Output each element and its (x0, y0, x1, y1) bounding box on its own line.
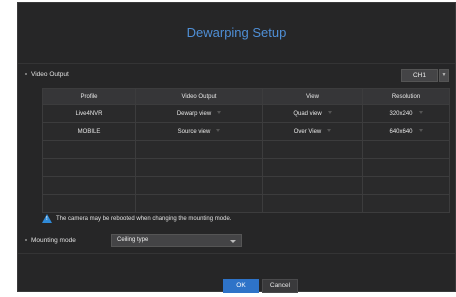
chevron-down-icon[interactable] (216, 129, 221, 133)
table-row (42, 158, 450, 177)
empty-cell (362, 194, 450, 213)
chevron-down-icon[interactable] (217, 111, 222, 115)
mounting-mode-label: Mounting mode (31, 237, 76, 244)
resolution-select[interactable]: 640x640 (362, 122, 450, 141)
table-row (42, 194, 450, 213)
column-header-resolution: Resolution (362, 88, 450, 105)
warning-text: The camera may be rebooted when changing… (56, 215, 232, 222)
warning-icon: ! (42, 214, 52, 223)
table-row: Live4NVR Dewarp view Quad view 320x240 (42, 104, 450, 123)
profile-cell: MOBILE (42, 122, 136, 141)
empty-cell (42, 140, 136, 159)
chevron-down-icon[interactable] (230, 240, 236, 243)
empty-cell (135, 194, 263, 213)
video-output-section: Video Output (25, 71, 69, 78)
video-output-label: Video Output (31, 71, 69, 78)
column-header-profile: Profile (42, 88, 136, 105)
channel-select-value[interactable]: CH1 (401, 69, 438, 82)
mounting-mode-section: Mounting mode (25, 237, 76, 244)
dialog-title: Dewarping Setup (186, 25, 287, 40)
profile-table: Profile Video Output View Resolution Liv… (42, 88, 450, 213)
view-select[interactable]: Quad view (262, 104, 363, 123)
empty-cell (135, 140, 263, 159)
channel-select[interactable]: CH1 ▼ (401, 69, 449, 82)
view-select[interactable]: Over View (262, 122, 363, 141)
empty-cell (135, 176, 263, 195)
bullet-icon (25, 239, 27, 242)
empty-cell (362, 176, 450, 195)
title-divider (18, 63, 455, 64)
mounting-mode-value[interactable]: Ceiling type (117, 235, 148, 246)
table-row (42, 140, 450, 159)
video-output-select[interactable]: Dewarp view (135, 104, 263, 123)
empty-cell (42, 158, 136, 177)
chevron-down-icon[interactable] (418, 111, 423, 115)
column-header-video-output: Video Output (135, 88, 263, 105)
chevron-down-icon[interactable]: ▼ (439, 69, 449, 82)
dewarping-setup-dialog: Dewarping Setup Video Output CH1 ▼ Profi… (17, 2, 456, 293)
reboot-warning: ! The camera may be rebooted when changi… (42, 214, 231, 223)
empty-cell (262, 158, 363, 177)
mounting-mode-select[interactable]: Ceiling type (111, 234, 242, 247)
table-header-row: Profile Video Output View Resolution (42, 88, 450, 105)
profile-cell: Live4NVR (42, 104, 136, 123)
empty-cell (42, 194, 136, 213)
empty-cell (42, 176, 136, 195)
empty-cell (262, 194, 363, 213)
bullet-icon (25, 73, 27, 76)
table-row (42, 176, 450, 195)
table-row: MOBILE Source view Over View 640x640 (42, 122, 450, 141)
resolution-select[interactable]: 320x240 (362, 104, 450, 123)
ok-button[interactable]: OK (223, 279, 259, 293)
video-output-select[interactable]: Source view (135, 122, 263, 141)
chevron-down-icon[interactable] (418, 129, 423, 133)
empty-cell (135, 158, 263, 177)
chevron-down-icon[interactable] (327, 129, 332, 133)
empty-cell (262, 140, 363, 159)
footer-divider (18, 253, 455, 254)
empty-cell (362, 158, 450, 177)
empty-cell (262, 176, 363, 195)
chevron-down-icon[interactable] (327, 111, 332, 115)
cancel-button[interactable]: Cancel (262, 279, 298, 293)
empty-cell (362, 140, 450, 159)
column-header-view: View (262, 88, 363, 105)
